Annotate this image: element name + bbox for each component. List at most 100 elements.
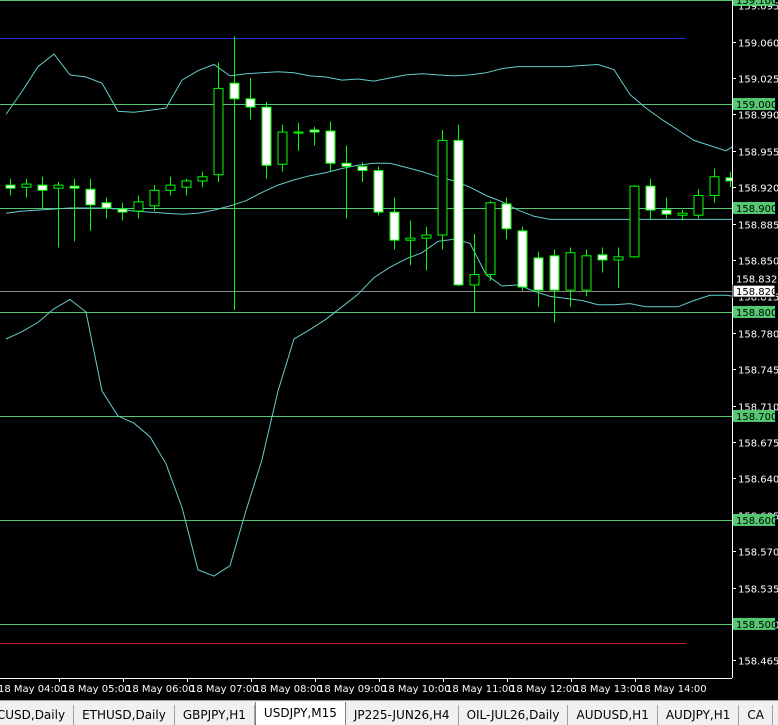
- level-price-tag-label: 158.500: [736, 620, 777, 631]
- level-price-tag: 158.820: [732, 284, 777, 298]
- level-price-tag-label: 158.700: [736, 412, 777, 423]
- candle-body: [309, 129, 320, 133]
- price-tick-label: 158.955: [738, 148, 778, 159]
- candle-body: [693, 194, 704, 216]
- level-price-tag: 159.000: [733, 97, 777, 111]
- time-tick-label: 18 May 10:00: [382, 684, 451, 695]
- price-tick-label: 159.060: [738, 39, 778, 50]
- level-price-tag-label: 158.820: [736, 287, 777, 298]
- tab-ethusd-daily[interactable]: ETHUSD,Daily: [74, 705, 175, 725]
- time-tick-label: 18 May 11:00: [446, 684, 515, 695]
- candle[interactable]: [437, 129, 448, 250]
- candle[interactable]: [517, 226, 528, 292]
- candle[interactable]: [453, 124, 464, 286]
- candle-body: [213, 87, 224, 176]
- time-tick-label: 18 May 06:00: [126, 684, 195, 695]
- candle-body: [117, 208, 128, 213]
- candle-body: [149, 189, 160, 207]
- candle-body: [373, 170, 384, 213]
- candle-body: [613, 256, 624, 261]
- price-tick-label: 158.465: [738, 657, 778, 668]
- candle-body: [501, 203, 512, 230]
- candle-body: [661, 209, 672, 215]
- candle-body: [37, 184, 48, 191]
- candle-body: [549, 255, 560, 291]
- price-tick-label: 158.535: [738, 585, 778, 596]
- time-tick-label: 18 May 12:00: [510, 684, 579, 695]
- chart-tabs-bar: BTCUSD,DailyETHUSD,DailyGBPJPY,H1USDJPY,…: [0, 700, 778, 725]
- candle[interactable]: [629, 185, 640, 258]
- hidden-price-tag-label: 158.832: [736, 275, 777, 286]
- level-price-tag-label: 158.800: [736, 308, 777, 319]
- price-tick-label: 159.025: [738, 75, 778, 86]
- candle-body: [229, 82, 240, 100]
- price-tick-label: 158.745: [738, 366, 778, 377]
- tab-usdjpy-m15[interactable]: USDJPY,M15: [254, 702, 346, 725]
- price-chart[interactable]: 159.095159.060159.025158.990158.955158.9…: [0, 0, 778, 700]
- candle-body: [709, 176, 720, 196]
- candle-body: [357, 165, 368, 172]
- price-tick-label: 158.675: [738, 439, 778, 450]
- tab-oil-jul26-daily[interactable]: OIL-JUL26,Daily: [459, 705, 569, 725]
- candle-body: [165, 184, 176, 191]
- time-tick-label: 18 May 05:00: [62, 684, 131, 695]
- level-price-tag-label: 159.100: [736, 0, 777, 7]
- level-price-tag: 158.900: [733, 201, 777, 215]
- price-tick-label: 158.920: [738, 184, 778, 195]
- time-tick-label: 18 May 08:00: [254, 684, 323, 695]
- candle-body: [437, 139, 448, 236]
- price-tick-label: 158.640: [738, 475, 778, 486]
- candle-body: [677, 212, 688, 216]
- time-tick-label: 18 May 09:00: [318, 684, 387, 695]
- candle-body: [325, 130, 336, 164]
- level-price-tag: 158.600: [733, 513, 777, 527]
- candle-body: [133, 201, 144, 212]
- candle[interactable]: [373, 166, 384, 216]
- candle-body: [453, 139, 464, 286]
- candle-body: [341, 162, 352, 167]
- hidden-price-tag: 158.832: [736, 275, 777, 286]
- candle[interactable]: [485, 200, 496, 281]
- candle-body: [597, 254, 608, 261]
- tab-ca[interactable]: CA: [739, 705, 773, 725]
- level-price-tag-label: 158.600: [736, 516, 777, 527]
- candle-body: [293, 131, 304, 134]
- candle-body: [405, 237, 416, 241]
- candle[interactable]: [277, 124, 288, 172]
- level-price-tag: 158.800: [733, 305, 777, 319]
- candle-body: [533, 257, 544, 291]
- tab-audusd-h1[interactable]: AUDUSD,H1: [568, 705, 658, 725]
- tab-audjpy-h1[interactable]: AUDJPY,H1: [658, 705, 740, 725]
- candle-body: [197, 176, 208, 182]
- tab-gbpjpy-h1[interactable]: GBPJPY,H1: [175, 705, 255, 725]
- candle-body: [421, 234, 432, 239]
- tab-jp225-jun26-h4[interactable]: JP225-JUN26,H4: [346, 705, 459, 725]
- price-tick-label: 158.780: [738, 330, 778, 341]
- level-price-tag: 159.100: [733, 0, 777, 7]
- candle-body: [645, 185, 656, 211]
- candle-body: [485, 202, 496, 276]
- tab-btcusd-daily[interactable]: BTCUSD,Daily: [0, 705, 75, 725]
- level-price-tag: 158.500: [733, 617, 777, 631]
- candle-body: [629, 185, 640, 258]
- candle-body: [469, 274, 480, 286]
- candle-body: [21, 183, 32, 188]
- candle-body: [581, 255, 592, 291]
- time-tick-label: 18 May 13:00: [574, 684, 643, 695]
- candle-body: [101, 202, 112, 209]
- price-axis: 159.095159.060159.025158.990158.955158.9…: [732, 0, 778, 700]
- candle-body: [389, 211, 400, 241]
- time-tick-label: 18 May 14:00: [638, 684, 707, 695]
- level-price-tag: 158.700: [733, 409, 777, 423]
- candle-body: [517, 230, 528, 288]
- candle-body: [181, 180, 192, 188]
- candle-body: [53, 184, 64, 189]
- candle-body: [261, 106, 272, 166]
- candle-body: [5, 184, 16, 189]
- time-tick-label: 18 May 04:00: [0, 684, 67, 695]
- price-tick-label: 158.990: [738, 111, 778, 122]
- candle[interactable]: [581, 249, 592, 297]
- price-tick-label: 158.850: [738, 257, 778, 268]
- candle-body: [85, 188, 96, 206]
- candle-body: [245, 98, 256, 108]
